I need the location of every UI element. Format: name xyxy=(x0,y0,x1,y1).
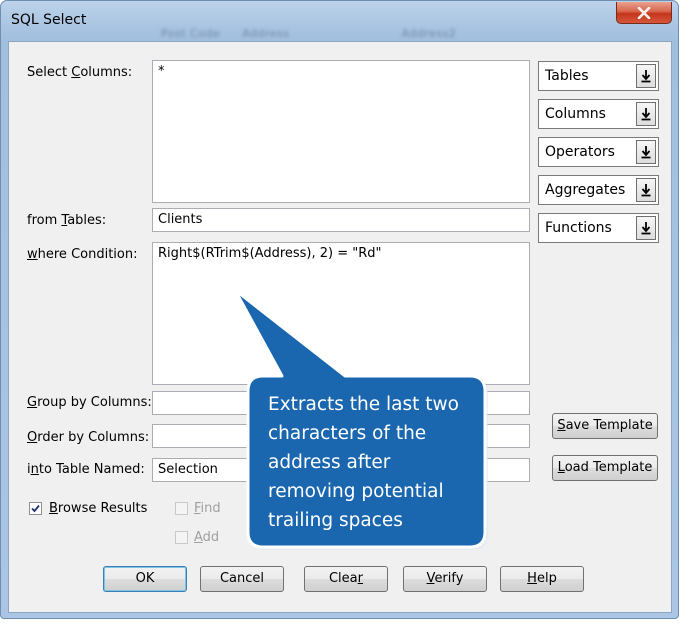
checkmark-icon xyxy=(31,504,40,513)
download-arrow-icon xyxy=(641,146,651,159)
blurred-column-address2: Address2 xyxy=(401,27,457,40)
browse-results-checkbox[interactable] xyxy=(29,502,42,515)
clear-button[interactable]: Clear xyxy=(304,566,388,592)
from-tables-label: from Tables: xyxy=(27,213,107,228)
select-columns-label: Select Columns: xyxy=(27,65,133,80)
callout-text: Extracts the last two characters of the … xyxy=(268,394,459,531)
tables-dropdown-label: Tables xyxy=(545,68,589,84)
tables-dropdown[interactable]: Tables xyxy=(538,61,659,91)
window-title: SQL Select xyxy=(11,12,87,28)
background-titlebar-text: Post Code Address Address2 xyxy=(161,27,474,40)
functions-dropdown[interactable]: Functions xyxy=(538,213,659,243)
blurred-column-postcode: Post Code xyxy=(161,27,221,40)
aggregates-dropdown-label: Aggregates xyxy=(545,182,626,198)
download-arrow-icon xyxy=(641,184,651,197)
browse-results-label: Browse Results xyxy=(49,501,148,516)
blurred-column-address: Address xyxy=(242,27,290,40)
order-by-label: Order by Columns: xyxy=(27,430,150,445)
operators-dropdown-label: Operators xyxy=(545,144,615,160)
help-button[interactable]: Help xyxy=(500,566,584,592)
find-label: Find xyxy=(194,501,221,516)
functions-dropdown-button[interactable] xyxy=(636,216,656,240)
columns-dropdown-label: Columns xyxy=(545,106,606,122)
operators-dropdown[interactable]: Operators xyxy=(538,137,659,167)
where-condition-label: where Condition: xyxy=(27,247,138,262)
into-table-label: into Table Named: xyxy=(27,462,145,477)
close-icon xyxy=(637,6,651,19)
add-label: Add xyxy=(194,530,220,545)
add-checkbox[interactable] xyxy=(175,531,188,544)
close-button[interactable] xyxy=(616,2,672,24)
tables-dropdown-button[interactable] xyxy=(636,64,656,88)
where-condition-text: Right$(RTrim$(Address), 2) = "Rd" xyxy=(158,246,382,261)
columns-dropdown-button[interactable] xyxy=(636,102,656,126)
operators-dropdown-button[interactable] xyxy=(636,140,656,164)
download-arrow-icon xyxy=(641,222,651,235)
verify-button[interactable]: Verify xyxy=(403,566,487,592)
title-bar[interactable]: SQL Select Post Code Address Address2 xyxy=(1,1,678,41)
download-arrow-icon xyxy=(641,70,651,83)
functions-dropdown-label: Functions xyxy=(545,220,612,236)
columns-dropdown[interactable]: Columns xyxy=(538,99,659,129)
select-columns-textarea[interactable]: * xyxy=(152,60,530,203)
ok-button[interactable]: OK xyxy=(103,566,187,592)
from-tables-input[interactable]: Clients xyxy=(152,208,530,232)
group-by-label: Group by Columns: xyxy=(27,395,152,410)
aggregates-dropdown[interactable]: Aggregates xyxy=(538,175,659,205)
save-template-button[interactable]: Save Template xyxy=(552,413,658,439)
find-checkbox[interactable] xyxy=(175,502,188,515)
download-arrow-icon xyxy=(641,108,651,121)
cancel-button[interactable]: Cancel xyxy=(200,566,284,592)
where-condition-textarea[interactable]: Right$(RTrim$(Address), 2) = "Rd" xyxy=(152,242,530,385)
load-template-button[interactable]: Load Template xyxy=(552,455,658,481)
aggregates-dropdown-button[interactable] xyxy=(636,178,656,202)
